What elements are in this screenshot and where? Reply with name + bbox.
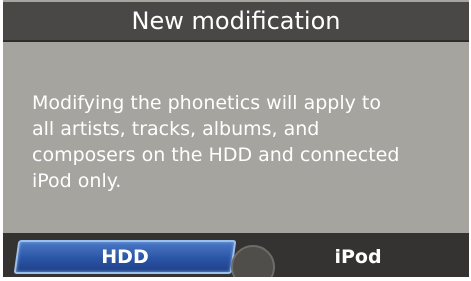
title-bar: New modification bbox=[3, 2, 469, 42]
hdd-button[interactable]: HDD bbox=[16, 240, 234, 274]
ipod-button-label: iPod bbox=[334, 246, 382, 268]
ipod-button[interactable]: iPod bbox=[253, 240, 463, 274]
dialog-message: Modifying the phonetics will apply to al… bbox=[32, 92, 400, 192]
navigation-screen: New modification Modifying the phonetics… bbox=[3, 0, 469, 277]
button-bar: HDD iPod bbox=[3, 233, 469, 277]
dialog-title: New modification bbox=[131, 7, 341, 35]
